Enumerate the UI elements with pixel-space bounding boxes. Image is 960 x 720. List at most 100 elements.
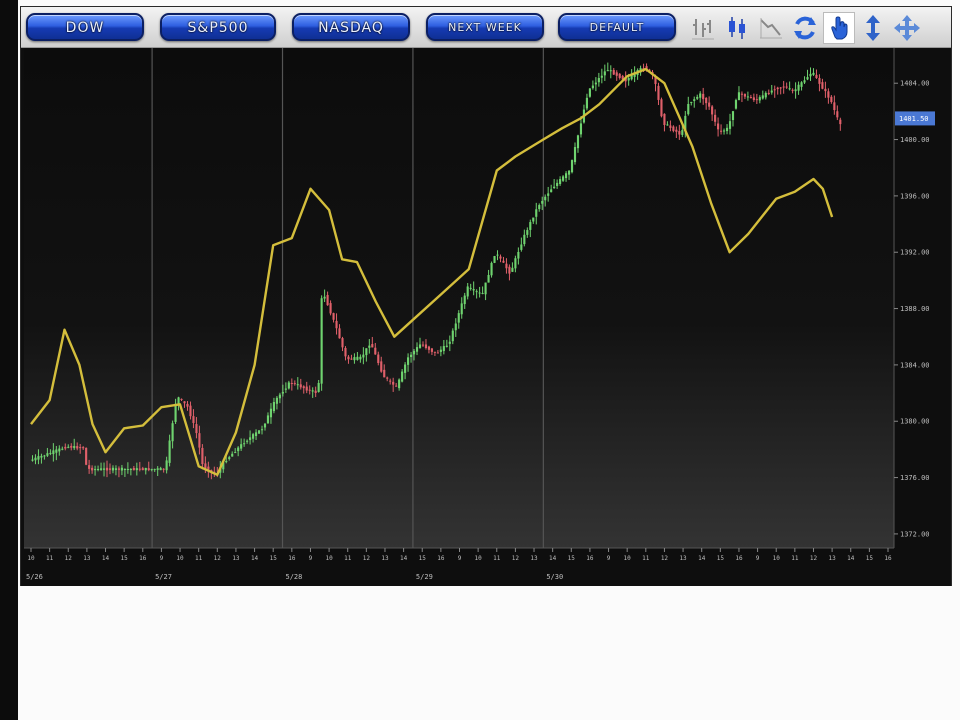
- candle-body: [439, 349, 442, 352]
- candle-body: [70, 445, 73, 448]
- price-tick-label: 1404.00: [900, 80, 930, 88]
- candle-body: [761, 95, 764, 99]
- candle-body: [401, 371, 404, 382]
- candle-body: [34, 457, 37, 461]
- price-chart[interactable]: 1404.00 1400.00 1396.00 1392.00 1388.00 1384.…: [21, 48, 951, 586]
- candle-body: [693, 99, 696, 102]
- candle-body: [746, 96, 749, 98]
- line-chart-icon[interactable]: [755, 12, 787, 44]
- next-week-button[interactable]: NEXT WEEK: [426, 13, 544, 41]
- candle-body: [535, 209, 538, 217]
- time-tick-label: 16: [735, 555, 743, 562]
- candle-body: [696, 96, 699, 99]
- candle-body: [386, 377, 389, 379]
- candle-body: [344, 347, 347, 357]
- move-icon[interactable]: [891, 12, 923, 44]
- candle-body: [237, 447, 240, 452]
- time-tick-label: 12: [214, 555, 222, 562]
- candle-body: [773, 89, 776, 91]
- time-tick-label: 9: [458, 555, 462, 562]
- candle-body: [389, 380, 392, 382]
- candle-body: [374, 347, 377, 355]
- default-button[interactable]: DEFAULT: [558, 13, 676, 41]
- candle-body: [711, 106, 714, 115]
- candle-body: [46, 453, 49, 456]
- candle-body: [362, 354, 365, 358]
- time-tick-label: 15: [568, 555, 576, 562]
- candle-body: [260, 429, 264, 431]
- time-tick-label: 11: [642, 555, 650, 562]
- candle-body: [740, 93, 744, 95]
- candle-body: [371, 344, 374, 348]
- time-tick-label: 11: [791, 555, 799, 562]
- candle-body: [353, 357, 356, 361]
- candle-body: [547, 193, 550, 196]
- bar-chart-icon[interactable]: [687, 12, 719, 44]
- time-tick-label: 9: [756, 555, 760, 562]
- vertical-resize-icon[interactable]: [857, 12, 889, 44]
- candle-body: [573, 147, 577, 163]
- candle-body: [94, 469, 97, 471]
- candle-body: [412, 350, 416, 355]
- dow-button[interactable]: DOW: [26, 13, 144, 41]
- candle-body: [669, 125, 672, 128]
- candle-body: [269, 408, 273, 418]
- candle-body: [606, 70, 609, 72]
- candle-body: [395, 385, 398, 387]
- date-label: 5/27: [155, 573, 172, 581]
- candle-body: [463, 295, 466, 305]
- candle-body: [407, 357, 410, 365]
- candle-body: [326, 294, 329, 306]
- candle-body: [302, 386, 305, 389]
- candle-body: [785, 86, 788, 88]
- last-price-label: 1401.50: [899, 115, 929, 123]
- hand-pan-icon[interactable]: [823, 12, 855, 44]
- candle-body: [770, 90, 773, 93]
- candle-body: [466, 286, 469, 297]
- candle-body: [818, 78, 821, 84]
- candle-body: [96, 468, 100, 470]
- candle-body: [576, 135, 580, 149]
- time-tick-label: 10: [27, 555, 35, 562]
- time-tick-label: 13: [530, 555, 538, 562]
- candle-body: [409, 354, 413, 357]
- candle-body: [833, 102, 836, 111]
- candle-body: [678, 131, 681, 135]
- candle-body: [472, 289, 475, 291]
- candle-body: [296, 384, 299, 386]
- candle-body: [114, 468, 118, 470]
- candle-body: [266, 415, 270, 424]
- time-tick-label: 16: [884, 555, 892, 562]
- refresh-icon[interactable]: [789, 12, 821, 44]
- candle-body: [714, 114, 717, 122]
- time-tick-label: 16: [288, 555, 296, 562]
- candle-body: [526, 230, 529, 235]
- date-label: 5/28: [286, 573, 303, 581]
- candle-body: [523, 234, 526, 245]
- time-tick-label: 10: [176, 555, 184, 562]
- candle-body: [705, 97, 708, 104]
- time-tick-label: 10: [624, 555, 632, 562]
- candle-body: [290, 383, 293, 385]
- candle-body: [195, 424, 198, 434]
- candle-body: [338, 328, 341, 339]
- candle-body: [129, 469, 132, 471]
- candle-body: [594, 82, 597, 85]
- price-tick-label: 1372.00: [900, 530, 930, 538]
- candle-body: [135, 468, 138, 471]
- candle-body: [111, 467, 115, 471]
- candle-body: [690, 101, 693, 103]
- candle-body: [126, 469, 129, 471]
- candle-body: [588, 88, 591, 97]
- candle-body: [138, 468, 141, 470]
- sp500-button[interactable]: S&P500: [160, 13, 276, 41]
- candlestick-icon[interactable]: [721, 12, 753, 44]
- candle-body: [803, 80, 806, 83]
- candle-body: [433, 351, 436, 353]
- candle-body: [478, 292, 481, 294]
- candle-body: [830, 96, 833, 103]
- candle-body: [666, 124, 669, 126]
- nasdaq-button[interactable]: NASDAQ: [292, 13, 410, 41]
- candle-body: [493, 256, 496, 263]
- candle-body: [532, 217, 535, 222]
